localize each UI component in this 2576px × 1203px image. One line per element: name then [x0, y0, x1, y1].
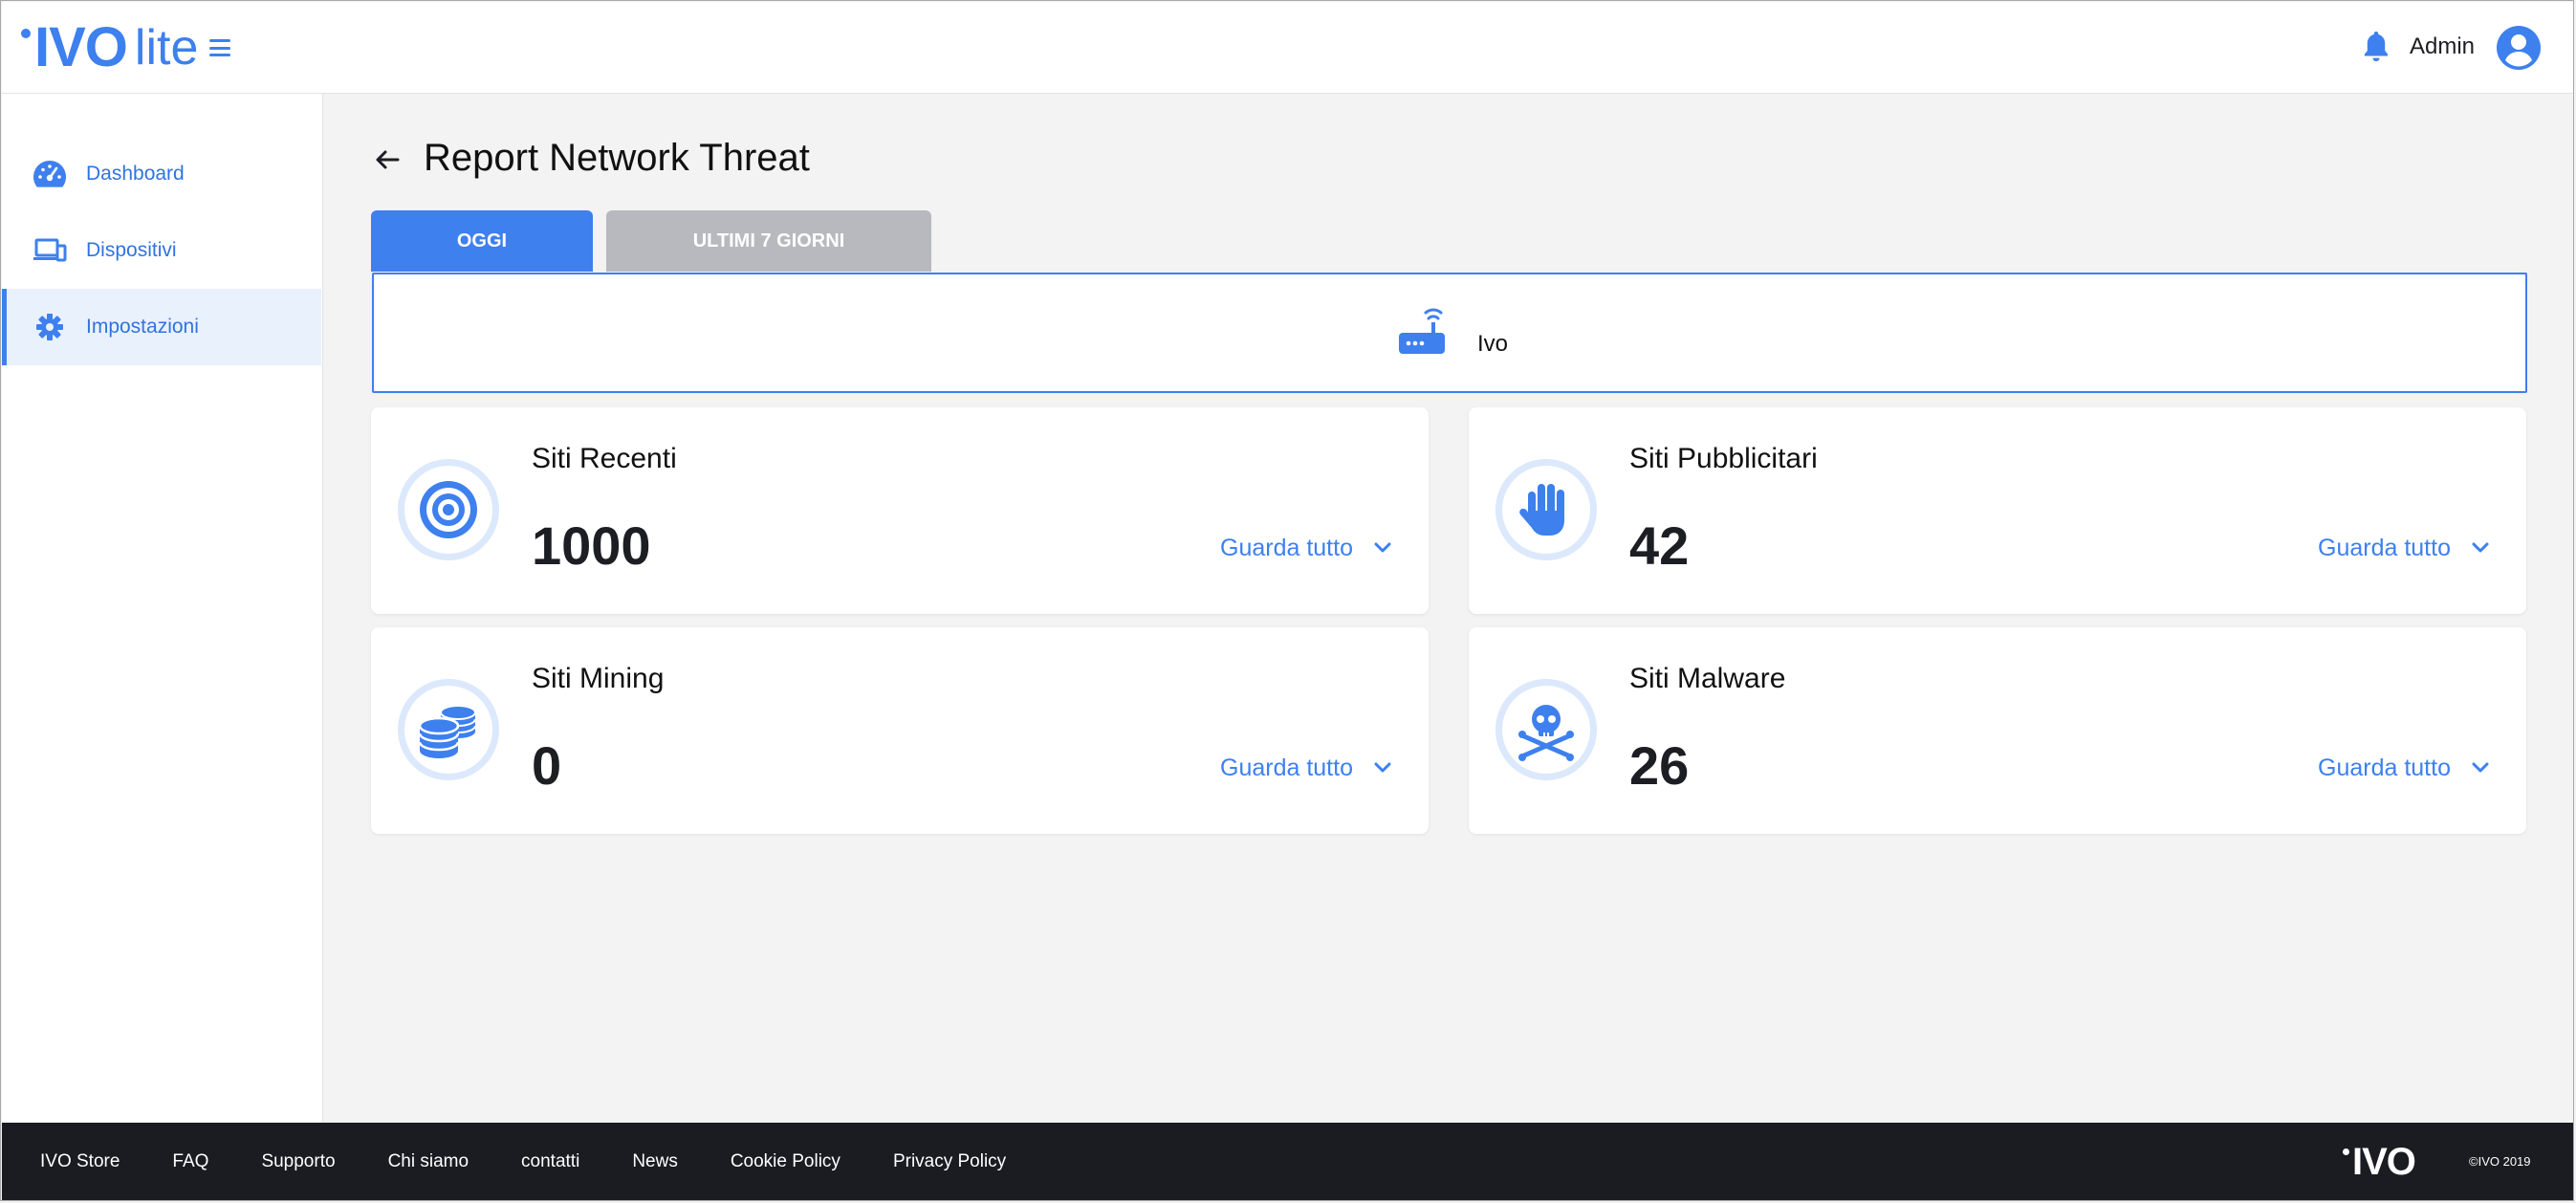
page-title: Report Network Threat — [424, 137, 810, 179]
footer-link-cookie-policy[interactable]: Cookie Policy — [731, 1151, 840, 1172]
app-logo[interactable]: IVO lite — [21, 20, 231, 76]
footer-link-chi-siamo[interactable]: Chi siamo — [388, 1151, 469, 1172]
card-badge — [1495, 679, 1597, 780]
chevron-down-icon — [2472, 542, 2489, 553]
card-title: Siti Pubblicitari — [1629, 443, 1818, 474]
chevron-down-icon — [1374, 542, 1391, 553]
footer-link-faq[interactable]: FAQ — [172, 1151, 208, 1172]
gear-icon — [31, 308, 69, 346]
card-badge — [398, 459, 499, 560]
footer-logo: IVO — [2343, 1143, 2416, 1181]
dashboard-gauge-icon — [31, 155, 69, 193]
card-siti-malware: Siti Malware 26 Guarda tutto — [1469, 627, 2526, 834]
sidebar-item-label: Dispositivi — [86, 239, 177, 261]
sidebar-item-label: Dashboard — [86, 163, 185, 185]
coins-icon — [418, 705, 476, 758]
hand-stop-icon — [1519, 484, 1564, 536]
see-all-link[interactable]: Guarda tutto — [2318, 532, 2489, 564]
chevron-down-icon — [2472, 762, 2489, 773]
footer-link-privacy-policy[interactable]: Privacy Policy — [893, 1151, 1006, 1172]
see-all-link[interactable]: Guarda tutto — [1220, 752, 1391, 784]
card-siti-recenti: Siti Recenti 1000 Guarda tutto — [371, 407, 1429, 614]
card-value: 0 — [532, 735, 562, 796]
footer-link-supporto[interactable]: Supporto — [261, 1151, 335, 1172]
device-selector[interactable]: Ivo — [372, 273, 2527, 393]
see-all-link[interactable]: Guarda tutto — [1220, 532, 1391, 564]
back-arrow-icon[interactable] — [371, 143, 404, 176]
footer-links: IVO Store FAQ Supporto Chi siamo contatt… — [40, 1123, 1059, 1201]
user-avatar-icon[interactable] — [2496, 25, 2542, 71]
skull-crossbones-icon — [1518, 705, 1574, 761]
router-icon — [1399, 308, 1445, 354]
card-value: 26 — [1629, 735, 1690, 796]
copyright-text: ©IVO 2019 — [2469, 1154, 2531, 1169]
card-siti-pubblicitari: Siti Pubblicitari 42 Guarda tutto — [1469, 407, 2526, 614]
logo-text: IVO — [21, 20, 128, 76]
hamburger-menu-icon[interactable] — [209, 39, 231, 56]
see-all-label: Guarda tutto — [1220, 755, 1353, 781]
target-icon — [420, 481, 477, 538]
card-value: 42 — [1629, 515, 1690, 576]
top-bar: IVO lite Admin — [2, 2, 2574, 94]
chevron-down-icon — [1374, 762, 1391, 773]
tab-ultimi-7-giorni[interactable]: ULTIMI 7 GIORNI — [606, 210, 931, 272]
sidebar: Dashboard Dispositivi Impostazioni — [2, 94, 323, 1123]
sidebar-item-dashboard[interactable]: Dashboard — [2, 136, 321, 212]
footer-link-ivo-store[interactable]: IVO Store — [40, 1151, 120, 1172]
card-badge — [1495, 459, 1597, 560]
device-name: Ivo — [1477, 331, 1509, 357]
card-title: Siti Malware — [1629, 663, 1786, 694]
devices-icon — [31, 231, 69, 270]
card-value: 1000 — [532, 515, 651, 576]
bell-icon[interactable] — [2360, 29, 2392, 67]
card-siti-mining: Siti Mining 0 Guarda tutto — [371, 627, 1429, 834]
sidebar-item-dispositivi[interactable]: Dispositivi — [2, 212, 321, 289]
sidebar-item-impostazioni[interactable]: Impostazioni — [2, 289, 321, 365]
see-all-label: Guarda tutto — [1220, 535, 1353, 561]
user-name[interactable]: Admin — [2410, 31, 2475, 63]
see-all-link[interactable]: Guarda tutto — [2318, 752, 2489, 784]
card-badge — [398, 679, 499, 780]
see-all-label: Guarda tutto — [2318, 755, 2451, 781]
card-title: Siti Recenti — [532, 443, 677, 474]
logo-suffix: lite — [134, 20, 199, 76]
see-all-label: Guarda tutto — [2318, 535, 2451, 561]
footer-link-news[interactable]: News — [632, 1151, 678, 1172]
tab-oggi[interactable]: OGGI — [371, 210, 593, 272]
footer-link-contatti[interactable]: contatti — [521, 1151, 579, 1172]
footer: IVO Store FAQ Supporto Chi siamo contatt… — [2, 1123, 2574, 1201]
sidebar-item-label: Impostazioni — [86, 316, 199, 338]
card-title: Siti Mining — [532, 663, 665, 694]
